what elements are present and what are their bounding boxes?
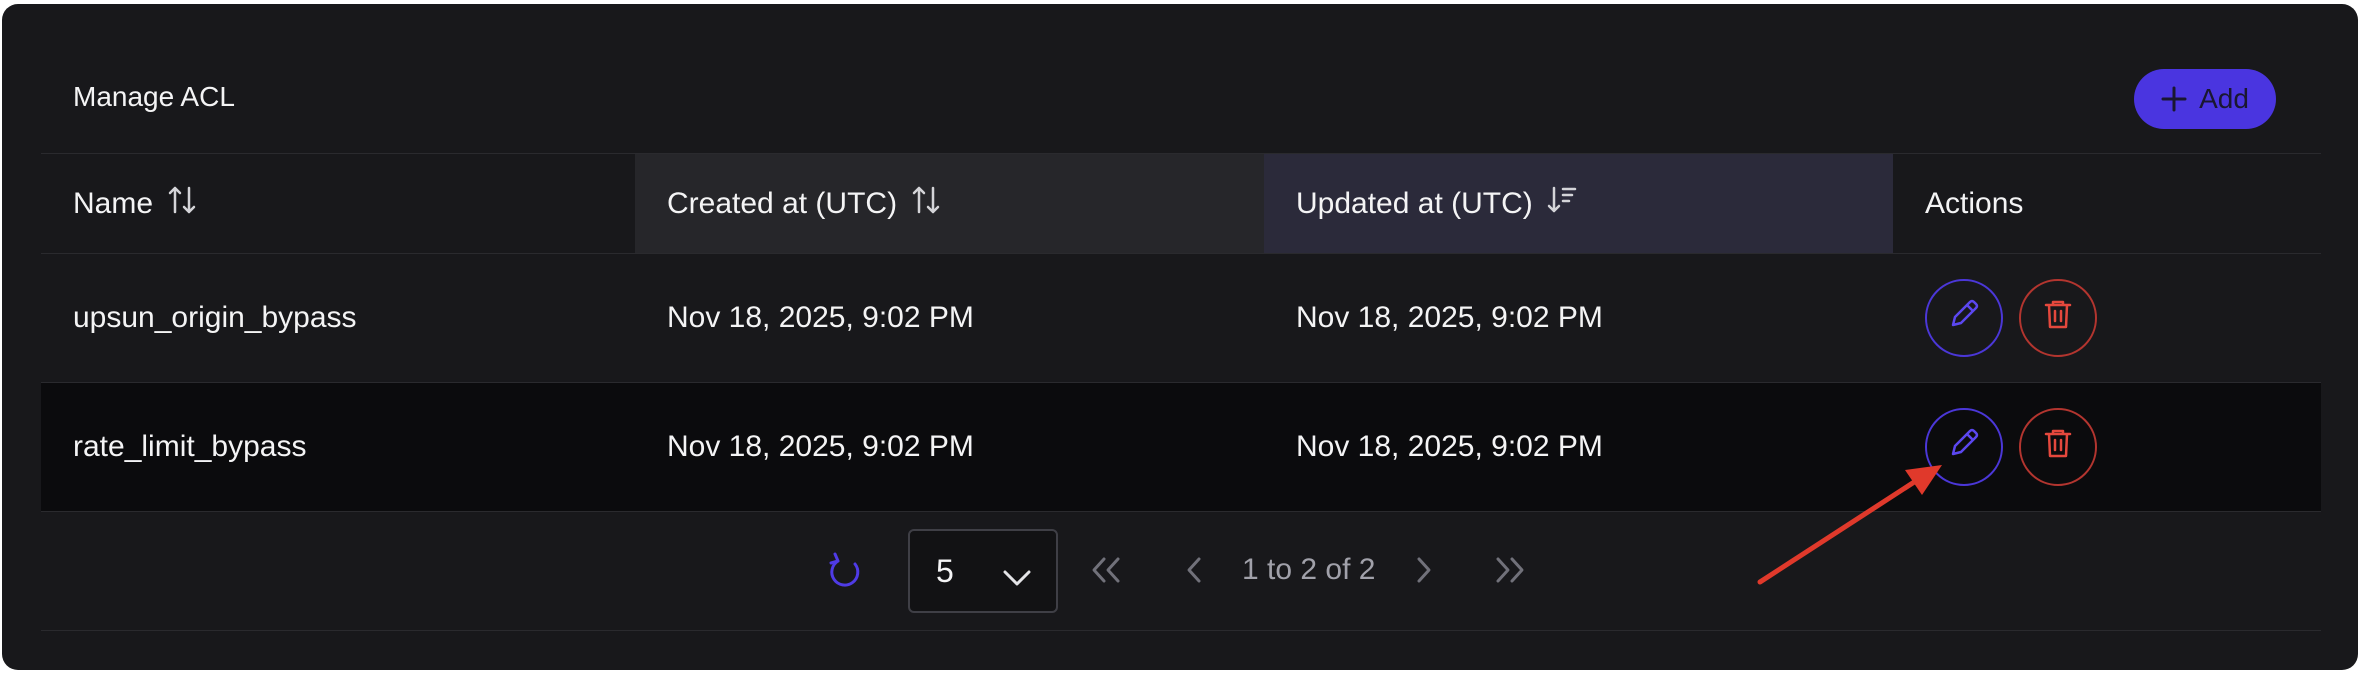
refresh-icon[interactable]	[827, 552, 863, 595]
chevron-down-icon	[1002, 559, 1032, 596]
cell-created: Nov 18, 2025, 9:02 PM	[667, 301, 974, 334]
table-header-row: Name Created at (UTC) Updated at (UTC) A…	[41, 153, 2321, 253]
column-header-updated[interactable]: Updated at (UTC)	[1264, 154, 1893, 253]
cell-updated: Nov 18, 2025, 9:02 PM	[1296, 301, 1603, 334]
acl-table: Name Created at (UTC) Updated at (UTC) A…	[41, 153, 2321, 631]
acl-panel: Manage ACL Add Name Created at (UTC) Upd	[2, 4, 2358, 670]
cell-actions	[1893, 383, 2321, 511]
add-button[interactable]: Add	[2134, 69, 2276, 129]
sort-unsorted-icon[interactable]	[911, 184, 941, 224]
previous-page-icon[interactable]	[1185, 556, 1203, 589]
column-header-label: Updated at (UTC)	[1296, 186, 1533, 220]
edit-button[interactable]	[1925, 408, 2003, 486]
page-size-value: 5	[936, 552, 954, 589]
trash-icon	[2041, 426, 2075, 468]
page-info: 1 to 2 of 2	[1242, 553, 1376, 586]
add-button-label: Add	[2199, 83, 2249, 114]
column-header-label: Actions	[1925, 186, 2024, 220]
trash-icon	[2041, 297, 2075, 339]
edit-button[interactable]	[1925, 279, 2003, 357]
cell-name: upsun_origin_bypass	[73, 301, 357, 334]
delete-button[interactable]	[2019, 408, 2097, 486]
cell-actions	[1893, 254, 2321, 382]
pagination-bar: 5 1 to 2 of 2	[41, 511, 2321, 631]
last-page-icon[interactable]	[1494, 556, 1526, 589]
sort-unsorted-icon[interactable]	[167, 184, 197, 224]
column-header-actions: Actions	[1893, 154, 2321, 253]
table-row: upsun_origin_bypass Nov 18, 2025, 9:02 P…	[41, 253, 2321, 382]
pencil-icon	[1947, 297, 1981, 339]
page-title: Manage ACL	[73, 81, 235, 112]
cell-created: Nov 18, 2025, 9:02 PM	[667, 430, 974, 463]
cell-updated: Nov 18, 2025, 9:02 PM	[1296, 430, 1603, 463]
pencil-icon	[1947, 426, 1981, 468]
next-page-icon[interactable]	[1415, 556, 1433, 589]
plus-icon	[2161, 86, 2187, 112]
column-header-created[interactable]: Created at (UTC)	[635, 154, 1264, 253]
column-header-name[interactable]: Name	[41, 154, 635, 253]
first-page-icon[interactable]	[1090, 556, 1122, 589]
column-header-label: Created at (UTC)	[667, 186, 898, 220]
cell-name: rate_limit_bypass	[73, 430, 307, 463]
page-size-select[interactable]: 5	[908, 529, 1058, 613]
table-row: rate_limit_bypass Nov 18, 2025, 9:02 PM …	[41, 382, 2321, 511]
sort-descending-icon[interactable]	[1547, 184, 1577, 224]
column-header-label: Name	[73, 186, 154, 220]
delete-button[interactable]	[2019, 279, 2097, 357]
